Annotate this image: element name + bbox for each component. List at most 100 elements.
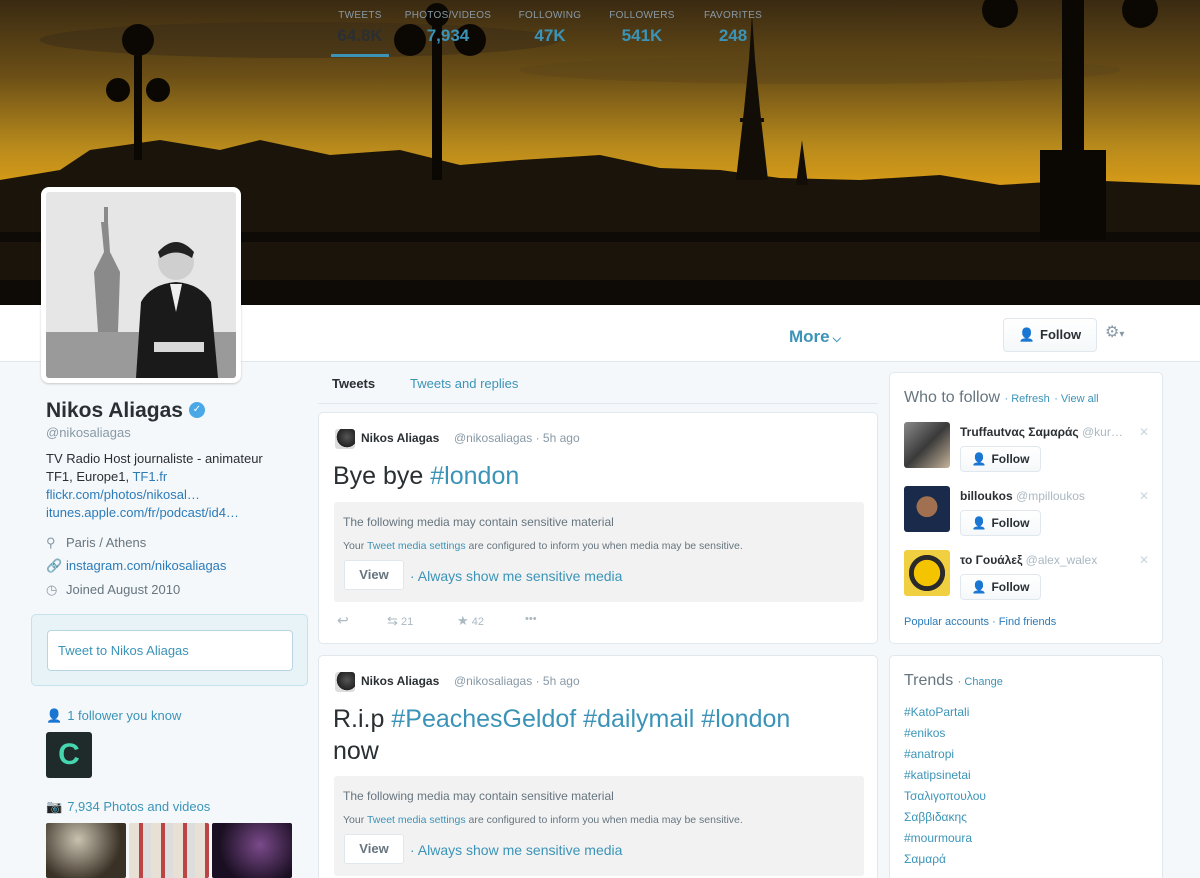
profile-website: 🔗 instagram.com/nikosaliagas xyxy=(46,558,226,574)
profile-avatar[interactable] xyxy=(41,187,241,383)
bio-tf1-link[interactable]: TF1.fr xyxy=(132,469,167,484)
profile-handle: @nikosaliagas xyxy=(46,425,131,440)
tweet-media-settings-link[interactable]: Tweet media settings xyxy=(367,814,466,826)
dismiss-close-icon[interactable]: ✕ xyxy=(1139,425,1149,439)
tweet-author-handle: @nikosaliagas · 5h ago xyxy=(454,674,580,688)
known-follower-avatar[interactable]: C xyxy=(46,732,92,778)
tweet-card[interactable]: Nikos Aliagas @nikosaliagas · 5h ago R.i… xyxy=(318,655,878,878)
hashtag-link[interactable]: #london xyxy=(701,705,790,733)
tweet-text-plain: R.i.p xyxy=(333,705,392,733)
dismiss-close-icon[interactable]: ✕ xyxy=(1139,489,1149,503)
stat-photos-videos[interactable]: PHOTOS/VIDEOS 7,934 xyxy=(404,10,492,46)
view-media-button[interactable]: View xyxy=(344,834,404,864)
follow-label: Follow xyxy=(1040,327,1082,342)
trend-item[interactable]: #anatropi xyxy=(904,747,954,761)
follow-button[interactable]: 👤 Follow xyxy=(960,574,1041,600)
photo-thumbnail[interactable] xyxy=(129,823,209,878)
trends-card: Trends · Change #KatoPartali #enikos #an… xyxy=(889,655,1163,878)
who-to-follow-title: Who to follow xyxy=(904,389,1001,406)
suggested-user-avatar[interactable] xyxy=(904,550,950,596)
suggested-handle-text: @alex_walex xyxy=(1025,553,1098,567)
stat-favorites[interactable]: FAVORITES 248 xyxy=(702,10,764,46)
profile-name: Nikos Aliagas xyxy=(46,399,183,422)
favorite-action[interactable]: ★ 42 xyxy=(457,613,484,629)
follow-label: Follow xyxy=(991,452,1030,466)
stat-tweets[interactable]: TWEETS 64.8K xyxy=(331,10,389,57)
tweet-author-name[interactable]: Nikos Aliagas xyxy=(361,431,439,445)
sensitive-sub-post: are configured to inform you when media … xyxy=(465,540,743,552)
stat-followers-value: 541K xyxy=(621,26,663,45)
tab-tweets-and-replies[interactable]: Tweets and replies xyxy=(410,376,518,391)
sensitive-subtext: Your Tweet media settings are configured… xyxy=(343,540,743,552)
stat-photos-value: 7,934 xyxy=(426,26,470,45)
tweet-avatar[interactable] xyxy=(335,429,355,449)
suggested-name-text: το Γουάλεξ xyxy=(960,553,1023,567)
bio-itunes-link[interactable]: itunes.apple.com/fr/podcast/id4… xyxy=(46,505,239,520)
popular-accounts-link[interactable]: Popular accounts xyxy=(904,616,989,628)
trends-title: Trends xyxy=(904,672,954,689)
more-dots-icon[interactable]: ••• xyxy=(525,613,537,625)
followers-you-know-link[interactable]: 👤 1 follower you know xyxy=(46,708,181,724)
photo-thumbnail[interactable] xyxy=(212,823,292,878)
suggested-user-name[interactable]: billoukos @mpilloukos xyxy=(960,489,1085,503)
trend-item[interactable]: #KatoPartali xyxy=(904,705,969,719)
retweet-action[interactable]: ⇆ 21 xyxy=(387,613,413,629)
bio-flickr-link[interactable]: flickr.com/photos/nikosal… xyxy=(46,487,200,502)
stat-followers[interactable]: FOLLOWERS 541K xyxy=(608,10,676,46)
suggested-handle-text: @kur… xyxy=(1081,425,1123,439)
location-text: Paris / Athens xyxy=(66,535,147,550)
suggested-user-name[interactable]: το Γουάλεξ @alex_walex xyxy=(960,553,1097,567)
stat-following[interactable]: FOLLOWING 47K xyxy=(518,10,582,46)
refresh-link[interactable]: · Refresh xyxy=(1005,393,1050,405)
view-media-button[interactable]: View xyxy=(344,560,404,590)
view-all-link[interactable]: · View all xyxy=(1054,393,1098,405)
sensitive-title: The following media may contain sensitiv… xyxy=(343,789,614,803)
verified-badge-icon: ✓ xyxy=(189,402,205,418)
website-link[interactable]: instagram.com/nikosaliagas xyxy=(66,558,226,573)
tweet-time[interactable]: · 5h ago xyxy=(536,674,580,688)
trend-item[interactable]: Σαββιδακης xyxy=(904,810,967,824)
suggested-user-avatar[interactable] xyxy=(904,486,950,532)
trend-item[interactable]: #enikos xyxy=(904,726,945,740)
location-pin-icon: ⚲ xyxy=(46,535,56,550)
always-show-sensitive-link[interactable]: · Always show me sensitive media xyxy=(410,568,622,584)
dismiss-close-icon[interactable]: ✕ xyxy=(1139,553,1149,567)
tweet-time[interactable]: · 5h ago xyxy=(536,431,580,445)
hashtag-link[interactable]: #dailymail xyxy=(583,705,694,733)
who-to-follow-card: Who to follow · Refresh · View all Truff… xyxy=(889,372,1163,644)
suggested-user-name[interactable]: Truffautvας Σαμαράς @kur… xyxy=(960,425,1123,439)
tweet-author-name[interactable]: Nikos Aliagas xyxy=(361,674,439,688)
find-friends-link[interactable]: · Find friends xyxy=(992,616,1056,628)
trend-item[interactable]: Τσαλιγοπουλου xyxy=(904,789,986,803)
joined-text: Joined August 2010 xyxy=(66,582,181,597)
tab-tweets[interactable]: Tweets xyxy=(332,376,375,391)
tweet-card[interactable]: Nikos Aliagas @nikosaliagas · 5h ago Bye… xyxy=(318,412,878,644)
follow-button[interactable]: 👤 Follow xyxy=(1003,318,1097,352)
more-dropdown[interactable]: More ⌵ xyxy=(789,327,841,347)
hashtag-link[interactable]: #london xyxy=(430,462,519,490)
trend-item[interactable]: #katipsinetai xyxy=(904,768,971,782)
trends-change-link[interactable]: · Change xyxy=(958,676,1003,688)
hashtag-link[interactable]: #PeachesGeldof xyxy=(391,705,576,733)
gear-icon[interactable]: ⚙▾ xyxy=(1105,322,1124,342)
tweet-avatar[interactable] xyxy=(335,672,355,692)
trend-item[interactable]: Σαμαρά xyxy=(904,852,946,866)
follow-button[interactable]: 👤 Follow xyxy=(960,510,1041,536)
suggested-user-avatar[interactable] xyxy=(904,422,950,468)
tweet-to-input[interactable]: Tweet to Nikos Aliagas xyxy=(47,630,293,671)
tweet-media-settings-link[interactable]: Tweet media settings xyxy=(367,540,466,552)
suggested-handle-text: @mpilloukos xyxy=(1016,489,1085,503)
reply-icon[interactable]: ↩ xyxy=(337,612,349,629)
follow-button[interactable]: 👤 Follow xyxy=(960,446,1041,472)
photo-thumbnail[interactable] xyxy=(46,823,126,878)
sensitive-subtext: Your Tweet media settings are configured… xyxy=(343,814,743,826)
tweet-text: Bye bye #london xyxy=(333,460,519,492)
stat-tweets-label: TWEETS xyxy=(338,10,382,21)
who-to-follow-header: Who to follow · Refresh · View all xyxy=(904,389,1099,407)
bio-line-2: TF1, Europe1, TF1.fr xyxy=(46,468,286,486)
photos-videos-link[interactable]: 📷 7,934 Photos and videos xyxy=(46,799,210,815)
who-to-follow-footer: Popular accounts · Find friends xyxy=(904,616,1056,628)
trend-item[interactable]: #mourmoura xyxy=(904,831,972,845)
tweet-to-box: Tweet to Nikos Aliagas xyxy=(31,614,308,686)
always-show-sensitive-link[interactable]: · Always show me sensitive media xyxy=(410,842,622,858)
